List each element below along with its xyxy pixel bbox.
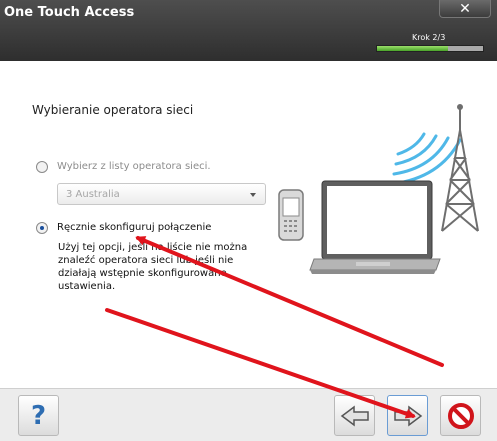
annotation-arrow (135, 236, 444, 367)
annotation-arrow (105, 308, 416, 419)
annotation-arrows (105, 236, 444, 419)
